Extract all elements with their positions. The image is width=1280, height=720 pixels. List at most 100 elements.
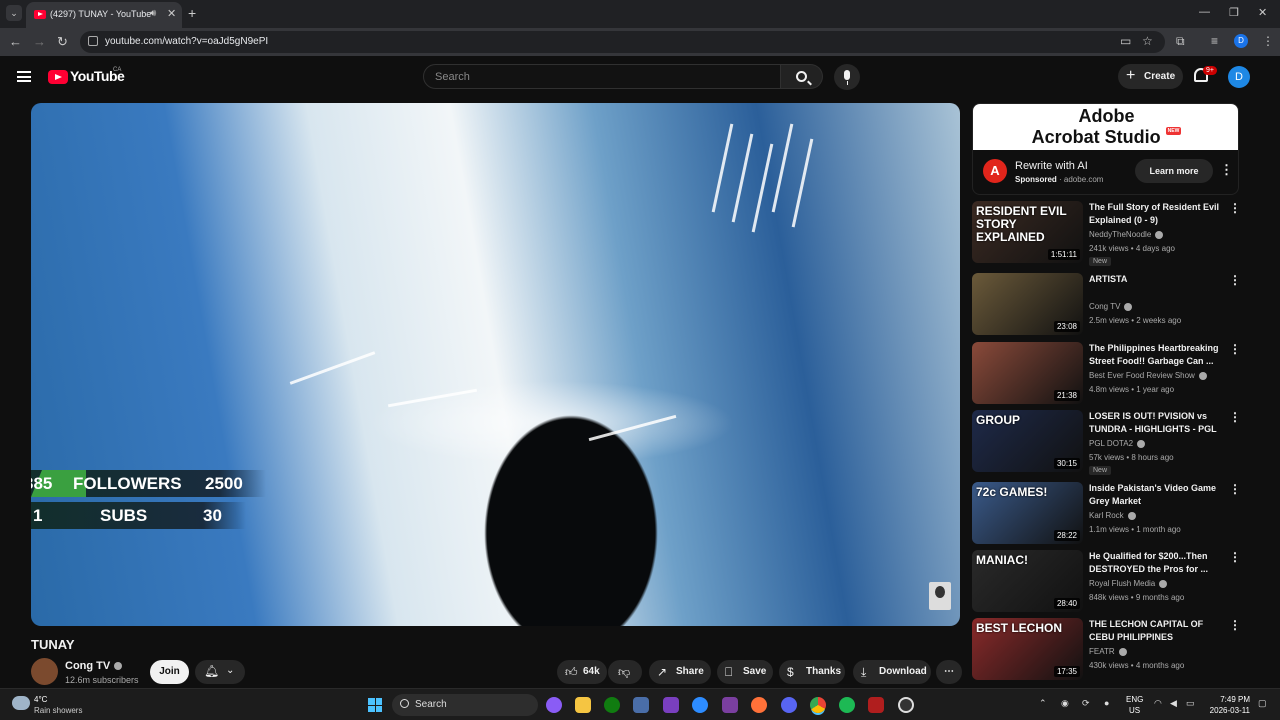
temperature[interactable]: 4°C xyxy=(34,695,47,704)
wifi-icon[interactable]: ◠ xyxy=(1154,698,1162,709)
search-input[interactable]: Search xyxy=(423,64,781,89)
language-indicator[interactable]: ENG xyxy=(1126,695,1143,704)
recommendation-item[interactable]: RESIDENT EVIL STORY EXPLAINED 1:51:11 The … xyxy=(972,201,1241,266)
learn-more-button[interactable]: Learn more xyxy=(1135,159,1213,183)
recommendation-channel[interactable]: Karl Rock xyxy=(1089,511,1136,520)
like-button[interactable]: 👍︎ 64k xyxy=(557,660,607,684)
create-button[interactable]: + Create xyxy=(1118,64,1183,89)
download-button[interactable]: ⤓ Download xyxy=(853,660,931,684)
join-button[interactable]: Join xyxy=(150,660,189,684)
tab-search-icon[interactable]: ⌄ xyxy=(6,5,22,21)
recommendation-menu-icon[interactable]: ⋮ xyxy=(1229,273,1241,287)
account-avatar[interactable]: D xyxy=(1228,66,1250,88)
close-window-icon[interactable]: ✕ xyxy=(1258,6,1267,19)
app-icon[interactable] xyxy=(722,697,738,713)
firefox-icon[interactable] xyxy=(751,697,767,713)
recommendation-menu-icon[interactable]: ⋮ xyxy=(1229,482,1241,496)
chrome-icon[interactable] xyxy=(810,697,826,713)
recommendation-title[interactable]: The Full Story of Resident Evil Explaine… xyxy=(1089,201,1224,227)
volume-icon[interactable]: ◀ xyxy=(1170,698,1177,709)
search-button[interactable] xyxy=(781,64,823,89)
site-info-icon[interactable] xyxy=(88,36,98,46)
browser-menu-icon[interactable]: ⋮ xyxy=(1262,34,1274,48)
battery-icon[interactable]: ▭ xyxy=(1186,698,1195,709)
recommendation-thumbnail[interactable]: RESIDENT EVIL STORY EXPLAINED 1:51:11 xyxy=(972,201,1083,263)
clock-time[interactable]: 7:49 PM xyxy=(1208,695,1250,704)
recommendation-channel[interactable]: Best Ever Food Review Show xyxy=(1089,371,1207,380)
channel-watermark[interactable] xyxy=(929,582,951,610)
recommendation-channel[interactable]: Royal Flush Media xyxy=(1089,579,1168,588)
voice-search-icon[interactable] xyxy=(834,64,860,90)
dislike-button[interactable]: 👎︎ xyxy=(608,660,642,684)
recommendation-thumbnail[interactable]: 21:38 xyxy=(972,342,1083,404)
recommendation-title[interactable]: The Philippines Heartbreaking Street Foo… xyxy=(1089,342,1224,368)
cast-icon[interactable]: ▭ xyxy=(1120,34,1131,48)
address-bar[interactable]: youtube.com/watch?v=oaJd5gN9ePI xyxy=(80,31,1165,53)
weather-icon[interactable] xyxy=(12,696,30,710)
recommendation-item[interactable]: 23:08 ARTISTA Cong TV 2.5m views • 2 weeks … xyxy=(972,273,1241,337)
thanks-button[interactable]: $ Thanks xyxy=(779,660,845,684)
recommendation-menu-icon[interactable]: ⋮ xyxy=(1229,410,1241,424)
more-actions-button[interactable]: ⋯ xyxy=(936,660,962,684)
recommendation-title[interactable]: ARTISTA xyxy=(1089,273,1224,286)
channel-name[interactable]: Cong TV xyxy=(65,660,123,672)
guide-menu-icon[interactable] xyxy=(17,71,31,82)
notification-center-icon[interactable]: ▢ xyxy=(1258,698,1267,709)
recommendation-title[interactable]: Inside Pakistan's Video Game Grey Market xyxy=(1089,482,1224,508)
subscription-bell-button[interactable]: 🔔︎ ⌄ xyxy=(195,660,245,684)
xbox-icon[interactable] xyxy=(604,697,620,713)
new-tab-icon[interactable]: + xyxy=(188,5,196,21)
recommendation-item[interactable]: 21:38 The Philippines Heartbreaking Stree… xyxy=(972,342,1241,406)
save-button[interactable]: ⎕ Save xyxy=(717,660,773,684)
taskbar-search[interactable]: Search xyxy=(392,694,538,716)
recommendation-thumbnail[interactable]: BEST LECHON 17:35 xyxy=(972,618,1083,680)
ad-title[interactable]: Rewrite with AI xyxy=(1015,160,1088,172)
file-explorer-icon[interactable] xyxy=(575,697,591,713)
recommendation-item[interactable]: BEST LECHON 17:35 THE LECHON CAPITAL OF CE… xyxy=(972,618,1241,682)
tray-mic-icon[interactable]: ● xyxy=(1104,698,1109,708)
recommendation-title[interactable]: THE LECHON CAPITAL OF CEBU PHILIPPINES xyxy=(1089,618,1224,644)
discord-icon[interactable] xyxy=(781,697,797,713)
share-button[interactable]: ↗ Share xyxy=(649,660,711,684)
weather-condition[interactable]: Rain showers xyxy=(34,706,82,715)
forward-icon[interactable]: → xyxy=(33,34,46,49)
close-tab-icon[interactable]: ✕ xyxy=(167,7,176,20)
reload-icon[interactable]: ↻ xyxy=(57,34,68,50)
app-red-icon[interactable] xyxy=(868,697,884,713)
recommendation-title[interactable]: LOSER IS OUT! PVISION vs TUNDRA - HIGHLI… xyxy=(1089,410,1224,436)
browser-tab[interactable]: (4297) TUNAY - YouTube 🔊︎ ✕ xyxy=(26,2,182,28)
minimize-icon[interactable]: — xyxy=(1199,6,1210,18)
recommendation-thumbnail[interactable]: 23:08 xyxy=(972,273,1083,335)
recommendation-menu-icon[interactable]: ⋮ xyxy=(1229,550,1241,564)
app-circle-icon[interactable] xyxy=(898,697,914,713)
onenote-icon[interactable] xyxy=(663,697,679,713)
video-player[interactable]: 385 FOLLOWERS 2500 1 SUBS 30 xyxy=(31,103,960,626)
clock-date[interactable]: 2026-03-11 xyxy=(1200,706,1250,715)
keyboard-layout[interactable]: US xyxy=(1129,706,1140,715)
tray-sync-icon[interactable]: ⟳ xyxy=(1082,698,1090,709)
sponsored-ad[interactable]: Adobe Acrobat Studio NEW A Rewrite with … xyxy=(972,103,1239,195)
copilot-icon[interactable] xyxy=(546,697,562,713)
recommendation-item[interactable]: MANIAC! 28:40 He Qualified for $200...Then… xyxy=(972,550,1241,614)
tray-app-icon[interactable]: ◉ xyxy=(1061,698,1069,709)
restore-icon[interactable]: ❐ xyxy=(1229,6,1239,19)
youtube-logo-icon[interactable] xyxy=(48,70,68,84)
media-control-icon[interactable]: ≡ xyxy=(1211,34,1218,48)
extensions-icon[interactable]: ⧉ xyxy=(1176,34,1185,49)
recommendation-channel[interactable]: PGL DOTA2 xyxy=(1089,439,1146,448)
recommendation-item[interactable]: 72c GAMES! 28:22 Inside Pakistan's Video G… xyxy=(972,482,1241,546)
acrobat-logo-icon[interactable]: A xyxy=(983,159,1007,183)
recommendation-title[interactable]: He Qualified for $200...Then DESTROYED t… xyxy=(1089,550,1224,576)
channel-avatar[interactable] xyxy=(31,658,58,685)
spotify-icon[interactable] xyxy=(839,697,855,713)
database-app-icon[interactable] xyxy=(633,697,649,713)
recommendation-channel[interactable]: NeddyTheNoodle xyxy=(1089,230,1164,239)
recommendation-thumbnail[interactable]: GROUP 30:15 xyxy=(972,410,1083,472)
speaker-icon[interactable]: 🔊︎ xyxy=(150,8,156,19)
recommendation-thumbnail[interactable]: 72c GAMES! 28:22 xyxy=(972,482,1083,544)
recommendation-menu-icon[interactable]: ⋮ xyxy=(1229,342,1241,356)
tray-overflow-icon[interactable]: ⌃ xyxy=(1039,698,1047,709)
ad-banner[interactable]: Adobe Acrobat Studio NEW xyxy=(973,104,1238,150)
url-text[interactable]: youtube.com/watch?v=oaJd5gN9ePI xyxy=(105,36,268,47)
browser-profile-avatar[interactable]: D xyxy=(1234,34,1248,48)
